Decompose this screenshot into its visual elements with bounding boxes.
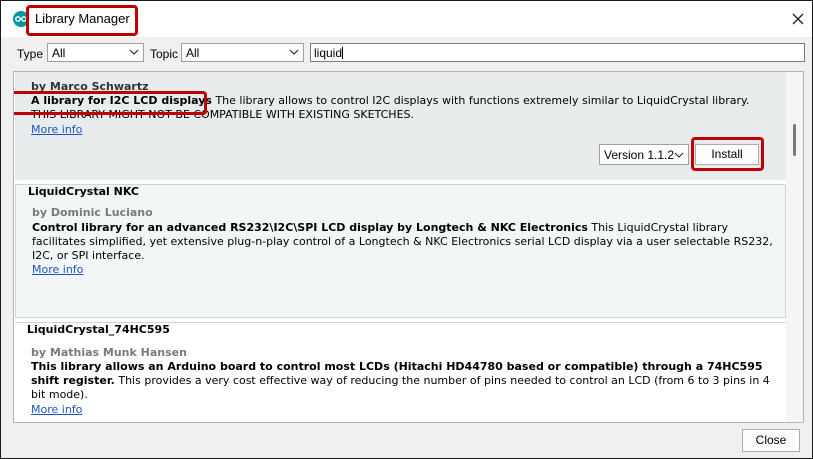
chevron-down-icon bbox=[129, 49, 139, 55]
search-input[interactable]: liquid bbox=[310, 43, 805, 62]
library-details: This provides a very cost effective way … bbox=[31, 374, 770, 401]
library-manager-window: Library Manager Type All Topic All liqui… bbox=[0, 0, 813, 459]
version-select[interactable]: Version 1.1.2 bbox=[599, 144, 689, 165]
chevron-down-icon bbox=[289, 49, 299, 55]
more-info-link[interactable]: More info bbox=[31, 123, 82, 137]
install-button[interactable]: Install bbox=[695, 144, 759, 165]
library-author: by Mathias Munk Hansen bbox=[31, 346, 187, 359]
library-author: by Marco Schwartz bbox=[31, 80, 149, 93]
chevron-down-icon bbox=[674, 152, 684, 158]
type-select[interactable]: All bbox=[47, 43, 144, 62]
type-select-value: All bbox=[52, 46, 66, 60]
topic-select-value: All bbox=[186, 46, 200, 60]
topic-select[interactable]: All bbox=[181, 43, 304, 62]
library-description: This library allows an Arduino board to … bbox=[31, 360, 776, 402]
title-bar: Library Manager bbox=[1, 1, 812, 37]
library-name: LiquidCrystal NKC bbox=[28, 185, 139, 198]
library-description: A library for I2C LCD displays The libra… bbox=[31, 94, 776, 122]
arduino-icon bbox=[13, 11, 29, 27]
library-summary: A library for I2C LCD displays bbox=[31, 94, 212, 107]
version-select-value: Version 1.1.2 bbox=[604, 148, 675, 162]
library-author: by Dominic Luciano bbox=[32, 206, 153, 219]
close-window-icon[interactable] bbox=[789, 10, 807, 28]
more-info-link[interactable]: More info bbox=[32, 263, 83, 277]
close-button[interactable]: Close bbox=[742, 429, 800, 452]
topic-label: Topic bbox=[150, 47, 179, 61]
library-item[interactable]: LiquidCrystal_74HC595 by Mathias Munk Ha… bbox=[15, 322, 786, 422]
more-info-link[interactable]: More info bbox=[31, 403, 82, 417]
library-description: Control library for an advanced RS232\I2… bbox=[32, 221, 777, 263]
library-name: LiquidCrystal_74HC595 bbox=[27, 323, 170, 336]
library-item[interactable]: by Marco Schwartz A library for I2C LCD … bbox=[15, 72, 786, 180]
scrollbar-thumb[interactable] bbox=[793, 124, 796, 156]
library-list: by Marco Schwartz A library for I2C LCD … bbox=[13, 71, 804, 423]
type-label: Type bbox=[17, 47, 44, 61]
window-title: Library Manager bbox=[35, 11, 130, 26]
library-item[interactable]: LiquidCrystal NKC by Dominic Luciano Con… bbox=[15, 184, 786, 318]
search-input-value: liquid bbox=[314, 46, 343, 60]
list-scrollbar[interactable] bbox=[786, 72, 803, 422]
library-summary: Control library for an advanced RS232\I2… bbox=[32, 221, 588, 234]
filter-bar: Type All Topic All liquid bbox=[1, 37, 812, 69]
